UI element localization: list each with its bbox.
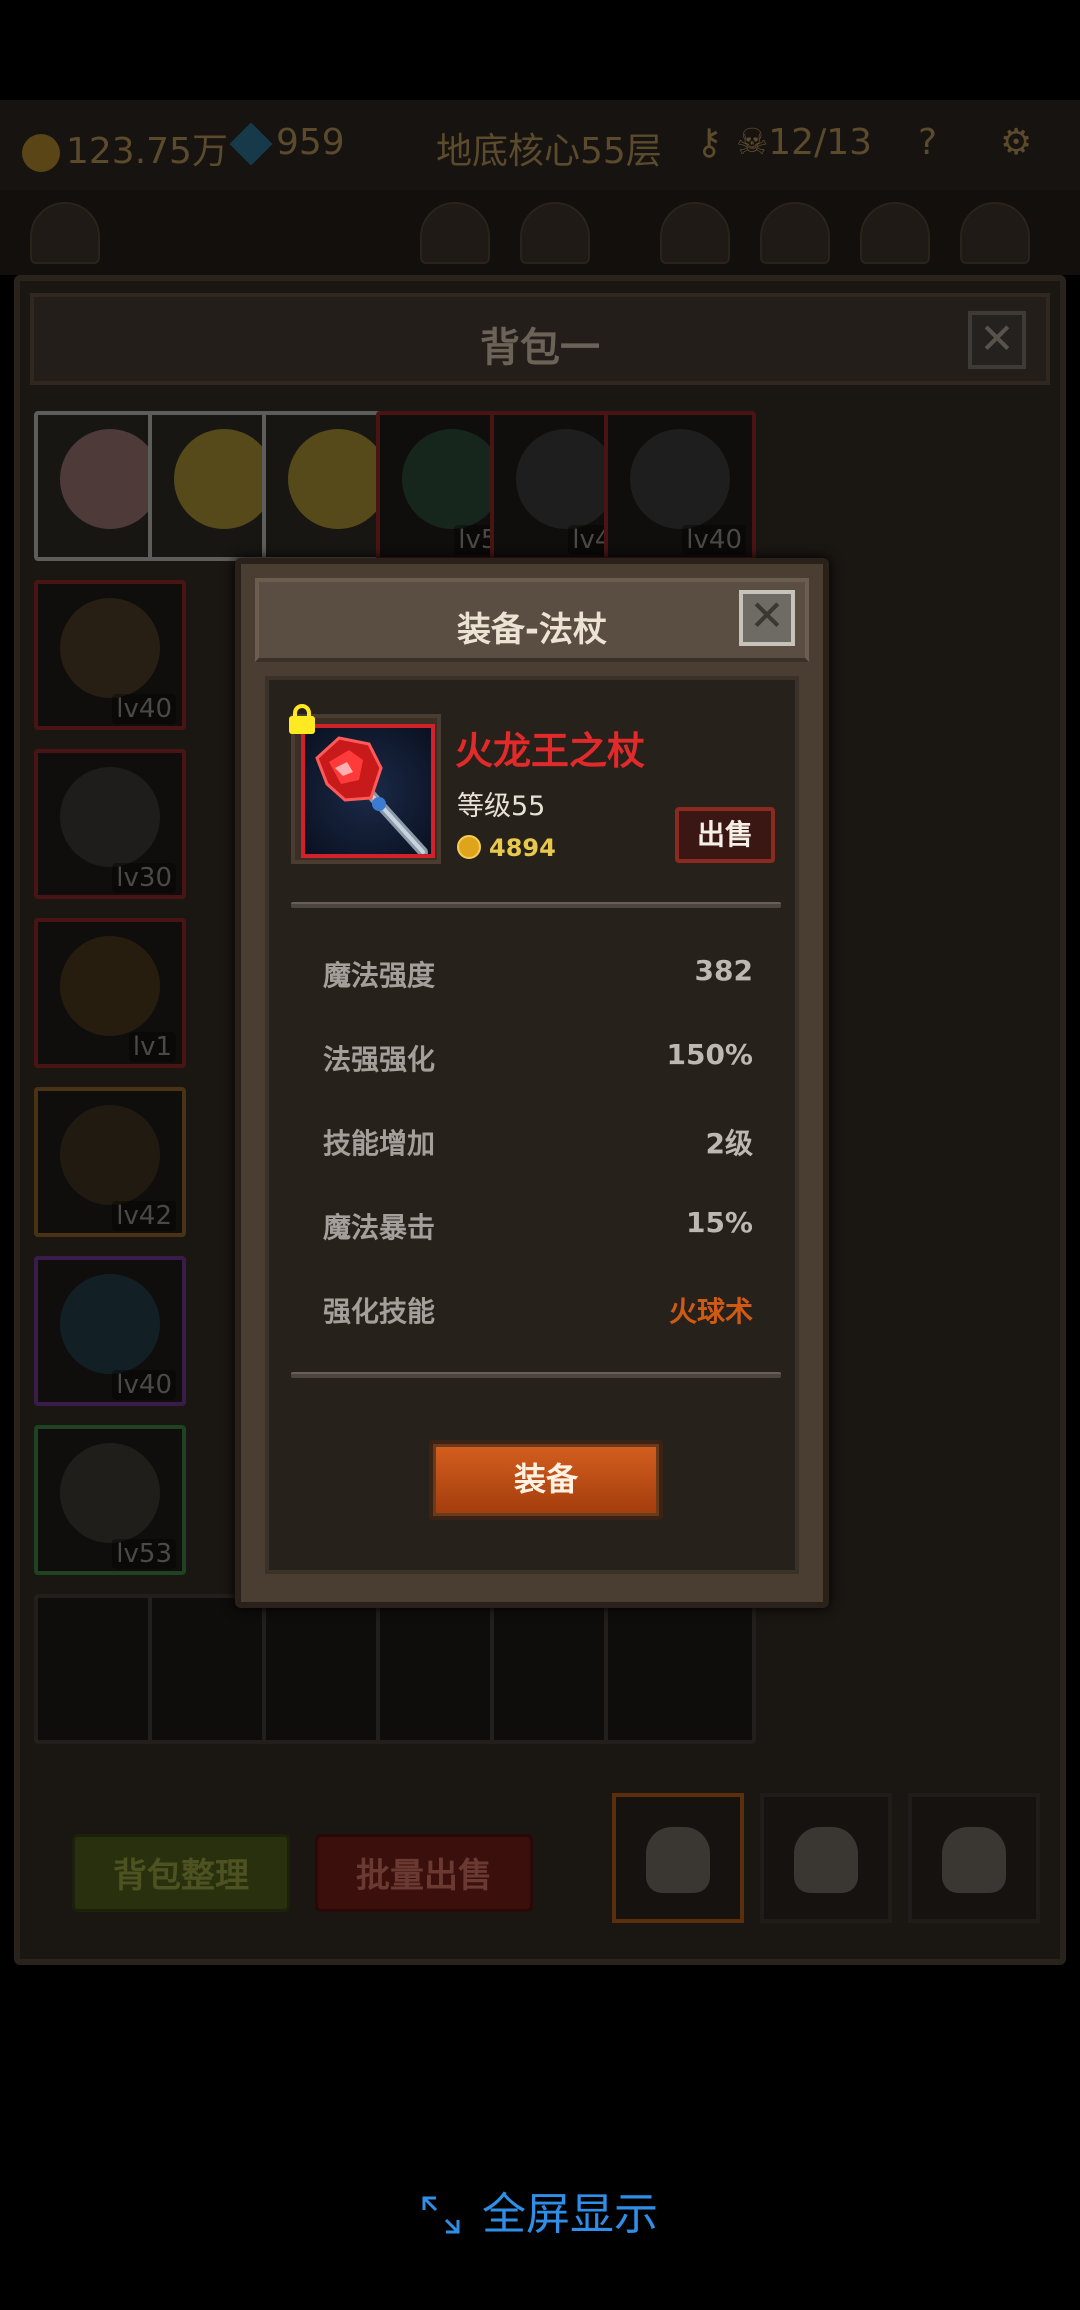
stat-name: 强化技能 (323, 1295, 436, 1328)
fire-dragon-staff-icon (315, 736, 428, 854)
backpack-header: 背包一 ✕ (30, 293, 1050, 385)
settings-gear-icon[interactable]: ⚙ (1000, 122, 1032, 163)
inventory-slot[interactable]: lv30 (34, 749, 186, 899)
backpack-tab-1[interactable] (612, 1793, 744, 1923)
backpack-sack-icon (794, 1827, 858, 1893)
backpack-close-button[interactable]: ✕ (968, 311, 1026, 369)
inventory-slot[interactable]: lv40 (604, 411, 756, 561)
item-icon-box (301, 724, 435, 858)
lock-icon[interactable] (289, 704, 315, 734)
item-name: 火龙王之杖 (455, 729, 646, 773)
top-resource-bar: 123.75万 959 地底核心55层 ⚷ ☠12/13 ? ⚙ (0, 100, 1080, 190)
bow-icon (60, 1105, 160, 1205)
stat-name: 魔法暴击 (323, 1211, 436, 1244)
stat-row: 法强强化 150% (323, 1038, 753, 1082)
cheese-icon (174, 429, 274, 529)
equip-button[interactable]: 装备 (429, 1440, 663, 1520)
slot-label: lv30 (112, 863, 176, 893)
slot-label: lv40 (682, 525, 746, 555)
slot-label: lv40 (112, 694, 176, 724)
slot-label: lv40 (112, 1370, 176, 1400)
item-sell-price: 4894 (457, 834, 556, 862)
divider (291, 902, 781, 908)
equipment-dialog: 装备-法杖 ✕ 火龙王之杖 等级55 4894 出售 魔法强度 382 法强强化… (235, 558, 829, 1608)
dialog-header: 装备-法杖 ✕ (255, 578, 809, 662)
inventory-slot[interactable]: lv40 (34, 580, 186, 730)
bow-icon (630, 429, 730, 529)
divider (291, 1372, 781, 1378)
gold-counter: 123.75万 (22, 122, 228, 174)
staff-icon (60, 1274, 160, 1374)
gem-icon (229, 122, 273, 166)
fullscreen-label: 全屏显示 (482, 2189, 658, 2240)
cake-icon (60, 429, 160, 529)
bulk-sell-button[interactable]: 批量出售 (315, 1834, 533, 1912)
gold-coin-icon (457, 835, 481, 859)
stat-row: 魔法强度 382 (323, 954, 753, 998)
backpack-title: 背包一 (480, 325, 600, 371)
cloak-icon (402, 429, 502, 529)
dialog-close-button[interactable]: ✕ (739, 590, 795, 646)
item-icon-frame (289, 704, 441, 864)
sell-button[interactable]: 出售 (675, 807, 775, 863)
slot-label: lv42 (112, 1201, 176, 1231)
fullscreen-toggle[interactable]: 全屏显示 (0, 2178, 1080, 2240)
stat-row: 强化技能 火球术 (323, 1290, 753, 1334)
dungeon-progress: ☠12/13 (736, 122, 873, 163)
gem-counter: 959 (229, 122, 345, 166)
backpack-tab-3[interactable] (908, 1793, 1040, 1923)
sort-backpack-button[interactable]: 背包整理 (72, 1834, 290, 1912)
shoulder-icon (60, 1443, 160, 1543)
stat-name: 魔法强度 (323, 959, 436, 992)
empty-inventory-slot[interactable] (604, 1594, 756, 1744)
stat-value: 382 (694, 954, 753, 987)
stat-row: 技能增加 2级 (323, 1122, 753, 1166)
stat-value: 2级 (705, 1127, 753, 1160)
stat-row: 魔法暴击 15% (323, 1206, 753, 1250)
stat-value: 150% (666, 1038, 753, 1071)
stat-value: 15% (685, 1206, 753, 1239)
hero-portrait[interactable] (760, 202, 830, 264)
location-label: 地底核心55层 (436, 131, 662, 172)
backpack-sack-icon (942, 1827, 1006, 1893)
help-button[interactable]: ? (918, 122, 937, 163)
backpack-tab-2[interactable] (760, 1793, 892, 1923)
ring-icon (60, 598, 160, 698)
item-level: 等级55 (457, 791, 546, 822)
armor-icon (60, 767, 160, 867)
hero-portrait[interactable] (860, 202, 930, 264)
stat-name: 法强强化 (323, 1043, 436, 1076)
dialog-title: 装备-法杖 (456, 610, 608, 650)
hero-portrait[interactable] (960, 202, 1030, 264)
gold-coin-icon (22, 134, 60, 172)
hero-portrait-bar (0, 190, 1080, 275)
expand-icon (422, 2194, 460, 2234)
skull-icon: ☠ (736, 122, 769, 163)
slot-label: lv53 (112, 1539, 176, 1569)
hero-portrait[interactable] (420, 202, 490, 264)
stat-value[interactable]: 火球术 (669, 1290, 753, 1330)
amulet-icon (60, 936, 160, 1036)
hero-portrait[interactable] (30, 202, 100, 264)
inventory-slot[interactable]: lv1 (34, 918, 186, 1068)
bow-icon (516, 429, 616, 529)
inventory-slot[interactable]: lv42 (34, 1087, 186, 1237)
hero-portrait[interactable] (520, 202, 590, 264)
stat-name: 技能增加 (323, 1127, 436, 1160)
key-icon: ⚷ (696, 122, 723, 163)
dialog-body: 火龙王之杖 等级55 4894 出售 魔法强度 382 法强强化 150% 技能增加 2级… (265, 676, 799, 1574)
cheese-icon (288, 429, 388, 529)
slot-label: lv1 (128, 1032, 176, 1062)
hero-portrait[interactable] (660, 202, 730, 264)
inventory-slot[interactable]: lv40 (34, 1256, 186, 1406)
backpack-sack-icon (646, 1827, 710, 1893)
inventory-slot[interactable]: lv53 (34, 1425, 186, 1575)
